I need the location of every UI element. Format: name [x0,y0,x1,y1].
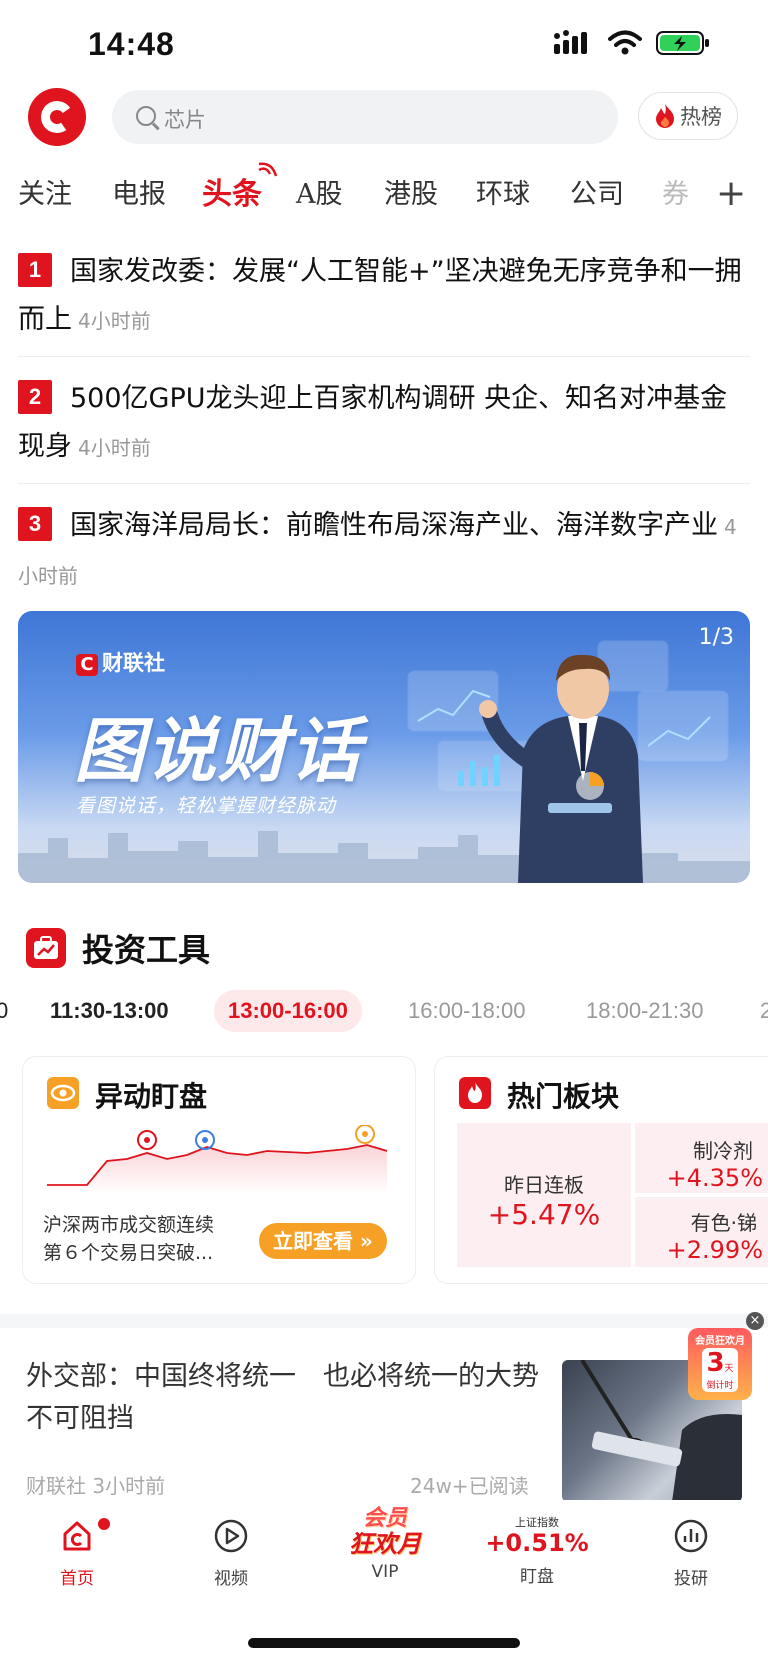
article-source: 财联社 3小时前 [26,1474,166,1498]
trend-chart [47,1125,388,1195]
add-tab-button[interactable]: + [716,176,746,212]
bar-chart-icon [674,1519,708,1553]
flame-icon [656,104,674,128]
time-tab[interactable]: 0 [0,990,8,1032]
home-icon [63,1521,91,1551]
category-tabs: 关注 电报 头条 A股 港股 环球 公司 券 [0,162,700,218]
rank-badge: 1 [18,253,52,287]
time-tab-active[interactable]: 13:00-16:00 [214,990,362,1032]
rank-badge: 2 [18,380,52,414]
news-time: 4小时前 [78,436,151,460]
status-time: 14:48 [88,26,175,62]
news-item[interactable]: 2 500亿GPU龙头迎上百家机构调研 央企、知名对冲基金现身 4小时前 [18,375,750,472]
battery-icon [656,31,709,55]
time-tab[interactable]: 2 [760,990,768,1032]
nav-video[interactable]: 视频 [176,1518,286,1589]
target-marker-icon [195,1130,215,1150]
target-marker-icon [355,1125,375,1144]
index-name: 上证指数 [515,1516,559,1529]
promo-unit: 天 [724,1364,734,1374]
status-icons [554,30,710,56]
home-indicator [248,1638,520,1648]
time-tab[interactable]: 16:00-18:00 [408,990,525,1032]
nav-watch[interactable]: 上证指数 +0.51% 盯盘 [482,1514,592,1587]
tab-global[interactable]: 环球 [476,172,530,211]
tab-companies[interactable]: 公司 [570,172,624,211]
news-time: 4小时前 [78,309,151,333]
news-item[interactable]: 3 国家海洋局局长：前瞻性布局深海产业、海洋数字产业 4小时前 [18,502,750,600]
rank-badge: 3 [18,507,52,541]
tab-headlines[interactable]: 头条 [202,169,262,213]
search-icon [136,106,156,126]
sector-cell-main[interactable]: 昨日连板 +5.47% [457,1123,631,1267]
promo-top: 会员狂欢月 [695,1336,745,1347]
monitor-title: 异动盯盘 [95,1080,208,1113]
promo-banner[interactable]: C 财联社 图说财话 看图说话，轻松掌握财经脉动 1/3 [18,611,750,883]
nav-research-label: 投研 [674,1569,708,1589]
nav-vip-label: VIP [371,1562,399,1582]
banner-brand: C 财联社 [76,647,165,677]
article-reads: 24w+已阅读 [410,1474,529,1498]
banner-subtitle: 看图说话，轻松掌握财经脉动 [76,795,337,817]
brand-logo-icon: C [76,654,98,676]
tab-hk-stocks[interactable]: 港股 [384,172,438,211]
app-logo[interactable] [28,88,86,146]
tab-brokers[interactable]: 券 [662,172,689,211]
hot-sectors-title: 热门板块 [507,1080,620,1113]
monitor-text: 沪深两市成交额连续 第６个交易日突破... [43,1214,215,1264]
article-title[interactable]: 外交部：中国终将统一 也必将统一的大势不可阻挡 [26,1356,546,1440]
time-tab[interactable]: 18:00-21:30 [586,990,703,1032]
bottom-nav: 首页 视频 会员 狂欢月 VIP 上证指数 +0.51% 盯盘 投研 [0,1500,768,1600]
live-signal-icon [258,162,278,177]
nav-watch-label: 盯盘 [520,1567,554,1587]
divider [18,483,750,484]
play-icon [214,1519,248,1553]
eye-icon [47,1077,79,1109]
wifi-icon [608,30,642,55]
tab-a-shares[interactable]: A股 [296,172,343,211]
briefcase-icon [26,928,66,968]
nav-video-label: 视频 [214,1569,248,1589]
search-placeholder[interactable]: 芯片 [164,104,206,134]
sector-cell[interactable]: 制冷剂 +4.35% [635,1123,768,1193]
hot-list-label: 热榜 [680,105,722,129]
section-title: 投资工具 [82,931,211,969]
news-item[interactable]: 1 国家发改委：发展“人工智能+”坚决避免无序竞争和一拥而上 4小时前 [18,248,750,345]
promo-number: 3 [706,1348,725,1378]
notification-dot [98,1518,110,1530]
time-range-tabs: 0 11:30-13:00 13:00-16:00 16:00-18:00 18… [0,990,768,1036]
hot-sectors-card[interactable]: 热门板块 昨日连板 +5.47% 制冷剂 +4.35% 有色·锑 +2.99% [434,1056,768,1284]
businessman-illustration [407,640,729,883]
divider [18,356,750,357]
promo-bottom: 倒计时 [706,1381,734,1391]
monitor-card[interactable]: 异动盯盘 沪深两市成交额连续 第６个交易日突破... 立即查看 » [22,1056,416,1284]
sector-cell[interactable]: 有色·锑 +2.99% [635,1197,768,1267]
close-icon[interactable]: × [746,1312,764,1330]
hot-list-button[interactable]: 热榜 [638,92,738,140]
time-tab[interactable]: 11:30-13:00 [50,990,169,1032]
target-marker-icon [137,1130,157,1150]
tab-follow[interactable]: 关注 [18,172,72,211]
news-title[interactable]: 国家海洋局局长：前瞻性布局深海产业、海洋数字产业 [70,510,718,541]
nav-home-label: 首页 [60,1569,94,1589]
nav-research[interactable]: 投研 [636,1518,746,1589]
vip-promo-badge: 会员 狂欢月 [349,1506,421,1558]
tab-telegraph[interactable]: 电报 [112,172,166,211]
flame-icon [459,1077,491,1109]
banner-title: 图说财话 [74,710,362,792]
nav-vip[interactable]: 会员 狂欢月 VIP [330,1500,440,1582]
signal-icon [554,30,587,54]
nav-home[interactable]: 首页 [22,1518,132,1589]
floating-promo[interactable]: 会员狂欢月 3天 倒计时 [688,1316,752,1402]
section-divider [0,1314,768,1328]
view-now-button[interactable]: 立即查看 » [259,1223,387,1259]
index-value: +0.51% [485,1529,589,1557]
